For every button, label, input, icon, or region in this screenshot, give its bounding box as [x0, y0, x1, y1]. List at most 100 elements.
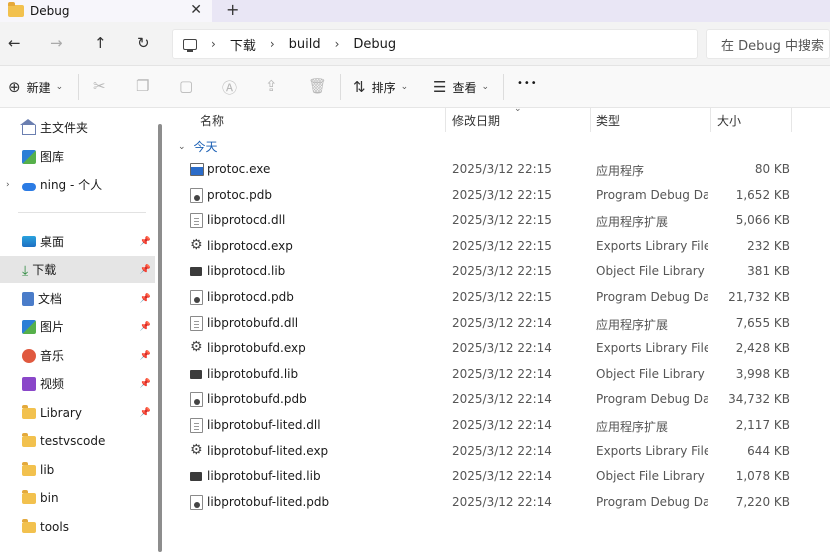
sidebar-item-library[interactable]: Library 📌: [0, 399, 155, 426]
home-icon: [20, 118, 36, 135]
share-icon[interactable]: ⇪: [265, 77, 278, 95]
dll-file-icon: [190, 315, 203, 331]
chevron-down-icon[interactable]: ⌄: [178, 142, 186, 152]
sidebar-item-music[interactable]: 音乐 📌: [0, 342, 155, 369]
sidebar-item-home[interactable]: 主文件夹: [0, 114, 155, 141]
sidebar-item-testvscode[interactable]: testvscode: [0, 427, 155, 454]
file-name: libprotobufd.dll: [207, 315, 299, 330]
table-row[interactable]: protoc.exe 2025/3/12 22:15 应用程序 80 KB: [182, 157, 810, 182]
file-name: protoc.exe: [207, 162, 271, 176]
column-header-name[interactable]: 名称: [200, 108, 224, 132]
table-row[interactable]: libprotobuf-lited.dll 2025/3/12 22:14 应用程序…: [182, 413, 810, 438]
file-date: 2025/3/12 22:14: [452, 443, 552, 458]
breadcrumb-downloads[interactable]: 下载: [230, 35, 256, 54]
table-row[interactable]: protoc.pdb 2025/3/12 22:15 Program Debug D…: [182, 183, 810, 208]
sort-arrows-icon: ⇅: [353, 78, 366, 96]
column-header-date[interactable]: 修改日期: [452, 108, 500, 132]
file-size: 3,998 KB: [735, 366, 790, 381]
tab-debug[interactable]: Debug ✕: [0, 0, 212, 22]
table-row[interactable]: libprotocd.lib 2025/3/12 22:15 Object File…: [182, 259, 810, 284]
column-divider[interactable]: [791, 108, 792, 132]
sidebar-item-pictures[interactable]: 图片 📌: [0, 313, 155, 340]
sidebar-item-tools[interactable]: tools: [0, 513, 155, 540]
sidebar-item-bin[interactable]: bin: [0, 484, 155, 511]
group-header-today[interactable]: ⌄ 今天: [178, 138, 218, 155]
dll-file-icon: [190, 418, 203, 433]
table-row[interactable]: libprotobuf-lited.lib 2025/3/12 22:14 Obje…: [182, 464, 810, 489]
refresh-button[interactable]: ↻: [137, 34, 150, 52]
file-date: 2025/3/12 22:14: [452, 469, 552, 484]
computer-icon[interactable]: [183, 38, 197, 52]
sort-button-label: 排序: [371, 80, 396, 95]
delete-icon[interactable]: 🗑: [308, 77, 327, 95]
table-row[interactable]: ⚙ libprotocd.exp 2025/3/12 22:15 Exports Li…: [182, 234, 810, 259]
folder-icon: [22, 405, 36, 419]
sidebar-item-desktop[interactable]: 桌面 📌: [0, 228, 155, 255]
column-divider[interactable]: [445, 108, 446, 132]
breadcrumb-build[interactable]: build: [289, 37, 321, 52]
group-label: 今天: [193, 140, 218, 154]
chevron-right-icon[interactable]: ›: [6, 180, 10, 190]
breadcrumb-debug[interactable]: Debug: [353, 37, 396, 52]
search-input[interactable]: 在 Debug 中搜索: [706, 29, 830, 59]
table-row[interactable]: libprotobufd.pdb 2025/3/12 22:14 Program D…: [182, 387, 810, 412]
debug-database-file-icon: [190, 494, 203, 510]
debug-database-file-icon: [190, 290, 203, 305]
file-list: ⌄ 名称 修改日期 类型 大小 ⌄ 今天 protoc.exe 2025/3/12…: [166, 104, 830, 552]
table-row[interactable]: libprotobufd.dll 2025/3/12 22:14 应用程序扩展 7,6…: [182, 311, 810, 336]
breadcrumb-separator-icon[interactable]: ›: [335, 37, 340, 51]
up-button[interactable]: ↑: [94, 34, 107, 52]
column-header-type[interactable]: 类型: [596, 108, 620, 132]
view-button[interactable]: ☰ 查看 ⌄: [433, 78, 489, 96]
column-header-size[interactable]: 大小: [717, 108, 741, 132]
sort-indicator-icon: ⌄: [514, 104, 522, 114]
sidebar-item-documents[interactable]: 文档 📌: [0, 285, 155, 312]
address-bar[interactable]: › 下载 › build › Debug: [172, 29, 698, 59]
sort-button[interactable]: ⇅ 排序 ⌄: [353, 78, 408, 96]
sidebar-item-gallery[interactable]: 图库: [0, 143, 155, 170]
more-options-button[interactable]: •••: [517, 78, 538, 89]
column-divider[interactable]: [710, 108, 711, 132]
navigation-bar: ← → ↑ ↻ › 下载 › build › Debug 在 Debug 中搜索: [0, 22, 830, 66]
paste-icon[interactable]: ▢: [179, 77, 193, 95]
table-row[interactable]: ⚙ libprotobufd.exp 2025/3/12 22:14 Exports …: [182, 336, 810, 361]
sidebar-item-videos[interactable]: 视频 📌: [0, 370, 155, 397]
sidebar-item-onedrive[interactable]: › ning - 个人: [0, 171, 155, 198]
onedrive-cloud-icon: [22, 182, 36, 191]
back-button[interactable]: ←: [8, 34, 21, 52]
copy-icon[interactable]: ❐: [136, 77, 149, 95]
sidebar-scrollbar[interactable]: [158, 124, 162, 552]
new-button[interactable]: ⊕ 新建 ⌄: [8, 78, 63, 96]
folder-icon: [22, 433, 36, 447]
library-file-icon: [190, 472, 202, 482]
table-row[interactable]: libprotocd.dll 2025/3/12 22:15 应用程序扩展 5,066…: [182, 208, 810, 233]
breadcrumb-separator-icon[interactable]: ›: [211, 37, 216, 51]
cut-icon[interactable]: ✂: [93, 77, 106, 95]
table-row[interactable]: libprotobufd.lib 2025/3/12 22:14 Object Fi…: [182, 362, 810, 387]
sidebar-item-label: bin: [40, 490, 59, 505]
file-name: libprotocd.exp: [207, 238, 293, 253]
file-date: 2025/3/12 22:14: [452, 315, 552, 330]
rename-icon[interactable]: Ⓐ: [222, 77, 237, 98]
music-icon: [22, 348, 36, 363]
file-type: Object File Library: [596, 469, 705, 484]
file-date: 2025/3/12 22:14: [452, 418, 552, 432]
table-row[interactable]: libprotocd.pdb 2025/3/12 22:15 Program Deb…: [182, 285, 810, 310]
file-date: 2025/3/12 22:15: [452, 238, 552, 253]
breadcrumb-separator-icon[interactable]: ›: [270, 37, 275, 51]
sidebar-item-downloads[interactable]: ⤓ 下载 📌: [0, 256, 155, 283]
column-divider[interactable]: [590, 108, 591, 132]
sidebar-item-lib[interactable]: lib: [0, 456, 155, 483]
new-tab-button[interactable]: +: [226, 0, 239, 19]
file-size: 7,655 KB: [735, 315, 790, 330]
table-row[interactable]: ⚙ libprotobuf-lited.exp 2025/3/12 22:14 Exp…: [182, 439, 810, 464]
table-row[interactable]: libprotobuf-lited.pdb 2025/3/12 22:14 Prog…: [182, 490, 810, 515]
file-type: 应用程序扩展: [596, 215, 669, 230]
command-bar: ⊕ 新建 ⌄ ✂ ❐ ▢ Ⓐ ⇪ 🗑 ⇅ 排序 ⌄ ☰ 查看 ⌄ •••: [0, 66, 830, 108]
desktop-icon: [22, 236, 36, 247]
file-size: 1,652 KB: [735, 187, 790, 202]
exports-file-icon: ⚙: [190, 441, 203, 458]
forward-button[interactable]: →: [50, 34, 63, 52]
close-tab-icon[interactable]: ✕: [190, 2, 202, 18]
sidebar-item-label: 视频: [40, 377, 65, 391]
